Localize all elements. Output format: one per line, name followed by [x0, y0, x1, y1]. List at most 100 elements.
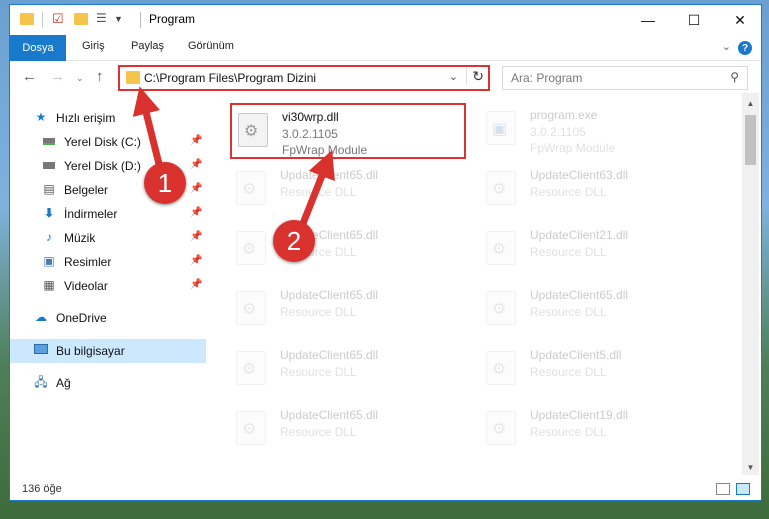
- list-item[interactable]: ⚙ UpdateClient65.dll Resource DLL: [230, 163, 466, 219]
- star-icon: ★: [35, 110, 47, 124]
- sidebar-item-label: Bu bilgisayar: [56, 344, 125, 358]
- callout-one: 1: [144, 162, 186, 204]
- details-view-icon[interactable]: [716, 483, 730, 495]
- tiles-view-icon[interactable]: [736, 483, 750, 495]
- file-description: Resource DLL: [280, 305, 357, 319]
- title-divider: [140, 12, 141, 28]
- sidebar-item-downloads[interactable]: ⬇ İndirmeler 📌: [10, 202, 206, 226]
- list-item-vi30wrp[interactable]: ⚙ vi30wrp.dll 3.0.2.1105 FpWrap Module: [230, 103, 466, 159]
- list-item[interactable]: ⚙ UpdateClient21.dll Resource DLL: [480, 223, 716, 279]
- list-item[interactable]: ⚙ UpdateClient63.dll Resource DLL: [480, 163, 716, 219]
- up-button[interactable]: ↑: [96, 68, 104, 85]
- pin-icon[interactable]: 📌: [190, 159, 202, 170]
- list-item-program-exe[interactable]: ▣ program.exe 3.0.2.1105 FpWrap Module: [480, 103, 716, 159]
- download-icon: ⬇: [43, 206, 55, 220]
- list-item[interactable]: ⚙ UpdateClient65.dll Resource DLL: [230, 343, 466, 399]
- toolbar-divider: [42, 12, 43, 28]
- address-bar[interactable]: C:\Program Files\Program Dizini ⌄ ↻: [118, 65, 490, 91]
- dll-file-icon: ⚙: [236, 171, 266, 205]
- documents-icon: ▤: [43, 182, 55, 196]
- sidebar-item-network[interactable]: 🖧 Ağ: [10, 371, 206, 395]
- help-icon[interactable]: ?: [738, 41, 752, 55]
- address-dropdown-icon[interactable]: ⌄: [449, 70, 458, 83]
- file-name: vi30wrp.dll: [282, 110, 339, 124]
- sidebar-item-label: İndirmeler: [64, 207, 118, 221]
- list-item[interactable]: ⚙ UpdateClient19.dll Resource DLL: [480, 403, 716, 459]
- tab-view[interactable]: Görünüm: [188, 40, 234, 52]
- close-button[interactable]: ✕: [717, 5, 761, 35]
- pin-icon[interactable]: 📌: [190, 231, 202, 242]
- customize-toolbar-icon[interactable]: ☰: [96, 11, 112, 27]
- sidebar-item-label: Belgeler: [64, 183, 109, 197]
- item-count: 136 öğe: [22, 483, 62, 495]
- folder-icon[interactable]: [20, 11, 36, 27]
- cloud-icon: ☁: [35, 310, 47, 324]
- computer-icon: [34, 343, 48, 357]
- vertical-scrollbar[interactable]: ▲ ▼: [742, 93, 759, 475]
- sidebar-item-onedrive[interactable]: ☁ OneDrive: [10, 306, 206, 330]
- sidebar-item-videos[interactable]: ▦ Videolar 📌: [10, 274, 206, 298]
- title-bar: ☑ ☰ ▼ Program — ☐ ✕: [10, 5, 761, 35]
- dll-file-icon: ⚙: [236, 291, 266, 325]
- file-description: Resource DLL: [280, 425, 357, 439]
- file-version: 3.0.2.1105: [282, 127, 338, 141]
- file-name: UpdateClient5.dll: [530, 348, 622, 362]
- callout-two: 2: [273, 220, 315, 262]
- file-name: program.exe: [530, 108, 598, 122]
- sidebar-item-label: OneDrive: [56, 311, 107, 325]
- search-icon[interactable]: ⚲: [730, 70, 739, 84]
- pin-icon[interactable]: 📌: [190, 279, 202, 290]
- pin-icon[interactable]: 📌: [190, 207, 202, 218]
- scroll-down-icon[interactable]: ▼: [742, 459, 759, 475]
- file-description: FpWrap Module: [282, 143, 368, 157]
- scroll-thumb[interactable]: [745, 115, 756, 165]
- navigation-pane: ★ Hızlı erişim Yerel Disk (C:) 📌 Yerel D…: [10, 93, 206, 475]
- sidebar-item-music[interactable]: ♪ Müzik 📌: [10, 226, 206, 250]
- dll-file-icon: ⚙: [486, 231, 516, 265]
- pin-icon[interactable]: 📌: [190, 255, 202, 266]
- new-folder-icon[interactable]: [74, 11, 90, 27]
- search-placeholder: Ara: Program: [511, 71, 583, 85]
- scroll-up-icon[interactable]: ▲: [742, 95, 759, 111]
- list-item[interactable]: ⚙ UpdateClient5.dll Resource DLL: [480, 343, 716, 399]
- list-item[interactable]: ⚙ UpdateClient65.dll Resource DLL: [230, 223, 466, 279]
- expand-ribbon-icon[interactable]: ⌄: [722, 40, 731, 53]
- search-input[interactable]: Ara: Program ⚲: [502, 66, 748, 90]
- list-item[interactable]: ⚙ UpdateClient65.dll Resource DLL: [480, 283, 716, 339]
- file-name: UpdateClient65.dll: [280, 288, 379, 302]
- tab-file[interactable]: Dosya: [10, 35, 66, 61]
- file-version: 3.0.2.1105: [530, 125, 586, 139]
- status-bar: 136 öğe: [10, 477, 761, 500]
- pin-icon[interactable]: 📌: [190, 135, 202, 146]
- tab-home[interactable]: Giriş: [82, 40, 105, 52]
- sidebar-item-label: Ağ: [56, 376, 71, 390]
- sidebar-item-pictures[interactable]: ▣ Resimler 📌: [10, 250, 206, 274]
- dll-file-icon: ⚙: [236, 231, 266, 265]
- forward-button[interactable]: →: [50, 68, 65, 85]
- sidebar-item-label: Videolar: [64, 279, 108, 293]
- drive-icon: [42, 158, 56, 172]
- file-description: Resource DLL: [530, 365, 607, 379]
- minimize-button[interactable]: —: [625, 5, 671, 35]
- file-description: Resource DLL: [530, 305, 607, 319]
- tab-share[interactable]: Paylaş: [131, 40, 164, 52]
- sidebar-item-quick-access[interactable]: ★ Hızlı erişim: [10, 106, 206, 130]
- refresh-icon[interactable]: ↻: [466, 68, 484, 85]
- pin-icon[interactable]: 📌: [190, 183, 202, 194]
- file-name: UpdateClient65.dll: [530, 288, 629, 302]
- sidebar-item-local-disk-c[interactable]: Yerel Disk (C:) 📌: [10, 130, 206, 154]
- videos-icon: ▦: [43, 278, 55, 292]
- back-button[interactable]: ←: [22, 68, 37, 85]
- dll-file-icon: ⚙: [238, 113, 268, 147]
- address-path[interactable]: C:\Program Files\Program Dizini: [144, 71, 316, 85]
- list-item[interactable]: ⚙ UpdateClient65.dll Resource DLL: [230, 403, 466, 459]
- properties-icon[interactable]: ☑: [52, 11, 68, 27]
- sidebar-item-this-pc[interactable]: Bu bilgisayar: [10, 339, 206, 363]
- chevron-down-icon[interactable]: ▼: [114, 14, 130, 30]
- file-name: UpdateClient19.dll: [530, 408, 629, 422]
- recent-locations-button[interactable]: ⌄: [76, 73, 84, 84]
- dll-file-icon: ⚙: [486, 171, 516, 205]
- sidebar-item-label: Yerel Disk (D:): [64, 159, 141, 173]
- maximize-button[interactable]: ☐: [671, 5, 717, 35]
- list-item[interactable]: ⚙ UpdateClient65.dll Resource DLL: [230, 283, 466, 339]
